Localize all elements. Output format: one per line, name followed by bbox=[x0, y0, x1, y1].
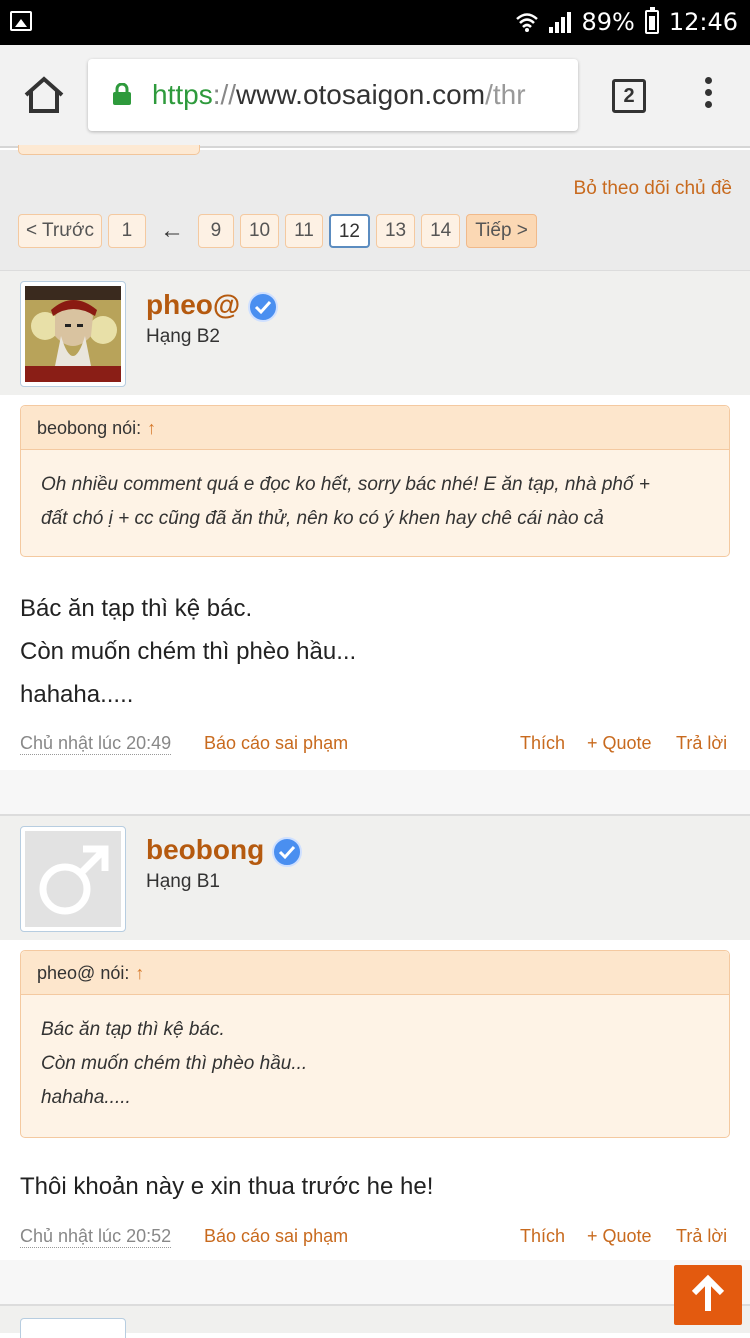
next-post-header bbox=[0, 1305, 750, 1338]
url-separator: :// bbox=[212, 79, 237, 110]
quote-line: Oh nhiều comment quá e đọc ko hết, sorry… bbox=[41, 474, 650, 495]
like-link[interactable]: Thích bbox=[520, 1226, 565, 1247]
jump-to-quote-icon[interactable]: ↑ bbox=[147, 418, 156, 438]
arrow-up-icon bbox=[691, 1274, 725, 1311]
post-footer: Chủ nhật lúc 20:49 Báo cáo sai phạm Thíc… bbox=[20, 733, 730, 763]
page-link[interactable]: 10 bbox=[239, 214, 280, 248]
signal-icon bbox=[549, 11, 572, 33]
avatar-image bbox=[25, 286, 121, 382]
male-symbol-icon bbox=[25, 831, 121, 927]
url-path: /thr bbox=[485, 79, 526, 110]
message-text: Bác ăn tạp thì kệ bác. Còn muốn chém thì… bbox=[20, 587, 356, 716]
jump-to-quote-icon[interactable]: ↑ bbox=[135, 963, 144, 983]
avatar[interactable] bbox=[20, 1318, 126, 1338]
avatar[interactable] bbox=[20, 281, 126, 387]
username[interactable]: pheo@ bbox=[146, 289, 279, 322]
lock-icon bbox=[113, 83, 131, 105]
home-icon[interactable] bbox=[22, 75, 66, 115]
page-link[interactable]: 13 bbox=[375, 214, 416, 248]
message-line: Còn muốn chém thì phèo hầu... bbox=[20, 638, 357, 665]
url-scheme: https bbox=[152, 79, 213, 110]
menu-icon[interactable] bbox=[703, 77, 713, 117]
page-link-current[interactable]: 12 bbox=[328, 214, 370, 248]
page-link[interactable]: 9 bbox=[197, 214, 234, 248]
username-text: pheo@ bbox=[146, 289, 241, 320]
quote-header: beobong nói: ↑ bbox=[21, 406, 729, 450]
unwatch-thread-link[interactable]: Bỏ theo dõi chủ đề bbox=[574, 178, 732, 200]
username-text: beobong bbox=[146, 834, 265, 865]
post: beobong Hạng B1 pheo@ nói: ↑ Bác ăn tạp t… bbox=[0, 815, 750, 1305]
quote-author: pheo@ nói: bbox=[37, 963, 130, 983]
quote-block: pheo@ nói: ↑ Bác ăn tạp thì kệ bác. Còn m… bbox=[20, 950, 730, 1138]
image-icon bbox=[10, 11, 32, 31]
message-text: Thôi khoản này e xin thua trước he he! bbox=[20, 1165, 433, 1208]
user-rank: Hạng B2 bbox=[146, 326, 220, 347]
post-header: beobong Hạng B1 bbox=[0, 816, 750, 940]
post-body: beobong nói: ↑ Oh nhiều comment quá e đọc… bbox=[0, 395, 750, 770]
post-date[interactable]: Chủ nhật lúc 20:49 bbox=[20, 733, 172, 755]
quote-author: beobong nói: bbox=[37, 418, 142, 438]
url-host: www.otosaigon.com bbox=[236, 79, 486, 110]
page-link[interactable]: 11 bbox=[285, 214, 323, 248]
report-link[interactable]: Báo cáo sai phạm bbox=[204, 733, 348, 754]
clock: 12:46 bbox=[668, 8, 738, 36]
quote-link[interactable]: + Quote bbox=[587, 733, 652, 754]
post-date[interactable]: Chủ nhật lúc 20:52 bbox=[20, 1226, 172, 1248]
verified-icon bbox=[248, 291, 279, 322]
quote-line: đất chó ị + cc cũng đã ăn thử, nên ko có… bbox=[41, 508, 604, 529]
quote-block: beobong nói: ↑ Oh nhiều comment quá e đọc… bbox=[20, 405, 730, 557]
reply-link[interactable]: Trả lời bbox=[676, 1226, 727, 1247]
page-link-first[interactable]: 1 bbox=[107, 214, 146, 248]
user-rank: Hạng B1 bbox=[146, 871, 220, 892]
battery-icon bbox=[644, 7, 659, 34]
quote-line: hahaha..... bbox=[41, 1087, 131, 1108]
page-link[interactable]: 14 bbox=[421, 214, 461, 248]
url-bar[interactable]: https://www.otosaigon.com/thr bbox=[88, 59, 578, 131]
button-stub bbox=[18, 145, 200, 155]
username[interactable]: beobong bbox=[146, 834, 303, 867]
status-bar: 89% 12:46 bbox=[0, 0, 750, 45]
quote-header: pheo@ nói: ↑ bbox=[21, 951, 729, 995]
quote-link[interactable]: + Quote bbox=[587, 1226, 652, 1247]
post-body: pheo@ nói: ↑ Bác ăn tạp thì kệ bác. Còn m… bbox=[0, 940, 750, 1260]
browser-toolbar: https://www.otosaigon.com/thr 2 bbox=[0, 45, 750, 148]
message-line: Bác ăn tạp thì kệ bác. bbox=[20, 595, 253, 622]
message-line: Thôi khoản này e xin thua trước he he! bbox=[20, 1173, 434, 1200]
post-header: pheo@ Hạng B2 bbox=[0, 271, 750, 395]
quote-line: Bác ăn tạp thì kệ bác. bbox=[41, 1019, 225, 1040]
quote-text: Oh nhiều comment quá e đọc ko hết, sorry… bbox=[21, 450, 729, 536]
quote-line: Còn muốn chém thì phèo hầu... bbox=[41, 1053, 308, 1074]
left-arrow-icon[interactable]: ← bbox=[152, 217, 192, 245]
scroll-to-top-button[interactable] bbox=[674, 1265, 742, 1325]
message-line: hahaha..... bbox=[20, 681, 134, 708]
pagination: < Trước 1 ← 9 10 11 12 13 14 Tiếp > bbox=[18, 214, 537, 248]
prev-page-button[interactable]: < Trước bbox=[18, 214, 102, 248]
tabs-icon[interactable]: 2 bbox=[612, 79, 646, 113]
thread-header: Bỏ theo dõi chủ đề < Trước 1 ← 9 10 11 1… bbox=[0, 145, 750, 270]
wifi-icon bbox=[516, 13, 539, 32]
avatar[interactable] bbox=[20, 826, 126, 932]
like-link[interactable]: Thích bbox=[520, 733, 565, 754]
quote-text: Bác ăn tạp thì kệ bác. Còn muốn chém thì… bbox=[21, 995, 729, 1115]
battery-percent: 89% bbox=[581, 8, 635, 36]
post: pheo@ Hạng B2 beobong nói: ↑ Oh nhiều com… bbox=[0, 270, 750, 815]
post-footer: Chủ nhật lúc 20:52 Báo cáo sai phạm Thíc… bbox=[20, 1226, 730, 1256]
verified-icon bbox=[272, 836, 303, 867]
next-page-button[interactable]: Tiếp > bbox=[466, 214, 537, 248]
reply-link[interactable]: Trả lời bbox=[676, 733, 727, 754]
report-link[interactable]: Báo cáo sai phạm bbox=[204, 1226, 348, 1247]
